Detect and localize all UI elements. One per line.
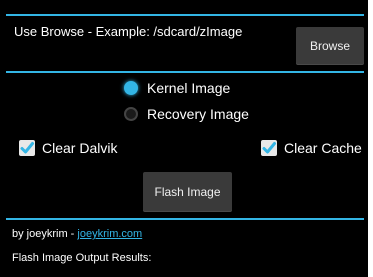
app-window: Use Browse - Example: /sdcard/zImage Bro… xyxy=(0,0,368,277)
clear-dalvik-label: Clear Dalvik xyxy=(42,140,118,156)
checkmark-icon xyxy=(19,140,35,156)
radio-selected-icon xyxy=(124,81,138,95)
browse-hint: Use Browse - Example: /sdcard/zImage xyxy=(14,24,243,39)
clear-cache-label: Clear Cache xyxy=(284,140,362,156)
section-divider xyxy=(6,71,364,73)
bottom-divider xyxy=(6,218,364,220)
results-label: Flash Image Output Results: xyxy=(12,252,152,264)
credit-link[interactable]: joeykrim.com xyxy=(77,228,142,240)
radio-recovery-image[interactable]: Recovery Image xyxy=(124,106,249,122)
checkmark-icon xyxy=(261,140,277,156)
checkbox-clear-dalvik[interactable]: Clear Dalvik xyxy=(18,139,117,157)
radio-recovery-label: Recovery Image xyxy=(147,106,249,122)
radio-unselected-icon xyxy=(124,107,138,121)
browse-button[interactable]: Browse xyxy=(296,27,364,65)
credit-line: by joeykrim - joeykrim.com xyxy=(12,228,142,240)
checkbox-clear-cache[interactable]: Clear Cache xyxy=(260,139,362,157)
flash-image-button[interactable]: Flash Image xyxy=(143,172,232,212)
top-divider xyxy=(6,14,364,16)
radio-kernel-label: Kernel Image xyxy=(147,80,231,96)
credit-prefix: by joeykrim - xyxy=(12,228,78,240)
radio-kernel-image[interactable]: Kernel Image xyxy=(124,80,230,96)
